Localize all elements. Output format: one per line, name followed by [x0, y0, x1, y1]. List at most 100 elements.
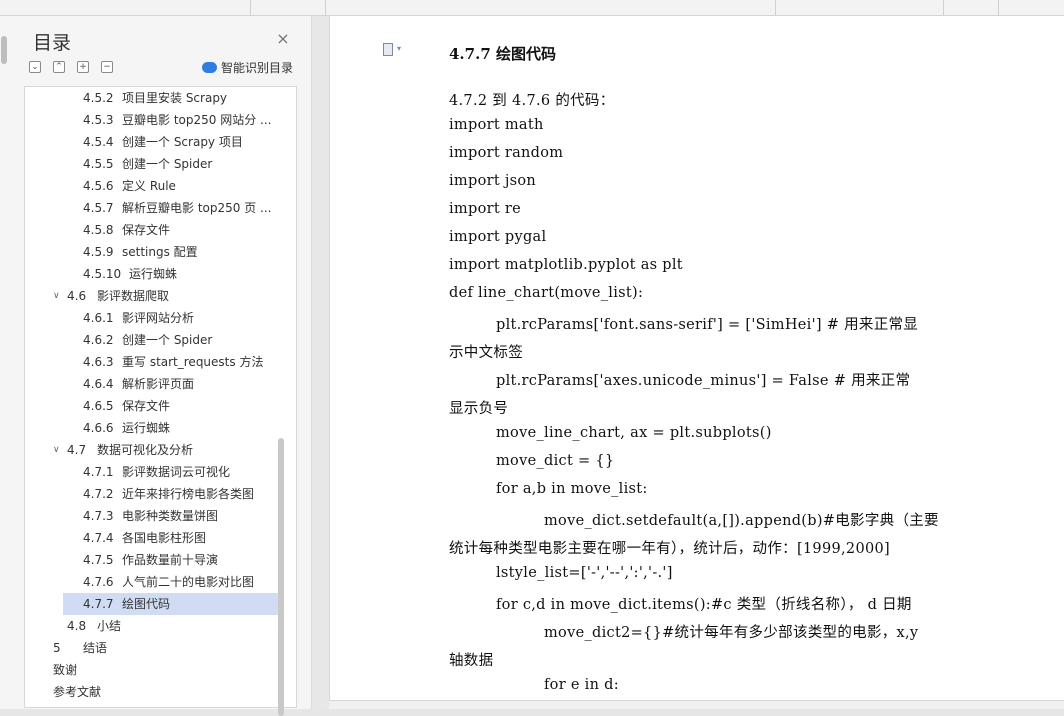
code-line: lstyle_list=['-','--',':','-.']	[496, 565, 673, 581]
toc-item[interactable]: 4.7.6 人气前二十的电影对比图	[25, 571, 281, 593]
pane-scrollbar[interactable]	[1, 36, 7, 64]
toc-item-label: 绘图代码	[122, 597, 171, 611]
code-line: import matplotlib.pyplot as plt	[449, 257, 683, 273]
toolbar-separator	[325, 0, 326, 15]
code-line: import math	[449, 117, 544, 133]
smart-toc-button[interactable]: 智能识别目录	[202, 59, 293, 75]
section-heading: 4.7.7 绘图代码	[449, 45, 556, 63]
toc-item[interactable]: 4.6.1 影评网站分析	[25, 307, 281, 329]
toc-item[interactable]: 4.5.6 定义 Rule	[25, 175, 281, 197]
toc-item[interactable]: 4.5.2 项目里安装 Scrapy	[25, 87, 281, 109]
remove-icon[interactable]: −	[101, 61, 113, 73]
toc-item[interactable]: 4.7.2 近年来排行榜电影各类图	[25, 483, 281, 505]
code-line: def line_chart(move_list):	[449, 285, 644, 301]
toc-item-number: 4.6.4	[83, 377, 114, 391]
toc-item-number: 4.6.5	[83, 399, 114, 413]
toc-item[interactable]: 4.5.8 保存文件	[25, 219, 281, 241]
code-line: 统计每种类型电影主要在哪一年有），统计后，动作：[1999,2000]	[449, 541, 890, 557]
document-page: ▾ 4.7.7 绘图代码 4.7.2 到 4.7.6 的代码： import ma…	[329, 16, 1064, 709]
toc-item-number: 4.7.5	[83, 553, 114, 567]
toc-scrollbar[interactable]	[278, 438, 284, 716]
toc-item-label: 运行蜘蛛	[122, 421, 171, 435]
toc-item[interactable]: 4.5.9 settings 配置	[25, 241, 281, 263]
toc-item-number: 4.6.6	[83, 421, 114, 435]
toc-item-label: 保存文件	[122, 223, 171, 237]
toc-item-label: settings 配置	[122, 245, 198, 259]
code-line: import pygal	[449, 229, 547, 245]
toc-item-number: 4.5.7	[83, 201, 114, 215]
code-line: move_dict = {}	[496, 453, 615, 469]
toc-item[interactable]: 4.7.1 影评数据词云可视化	[25, 461, 281, 483]
close-icon[interactable]: ×	[276, 31, 290, 47]
toc-item[interactable]: 参考文献	[25, 681, 281, 703]
toc-item[interactable]: 5 结语	[25, 637, 281, 659]
toc-item[interactable]: 4.5.7 解析豆瓣电影 top250 页 ...	[25, 197, 281, 219]
toc-item-label: 创建一个 Scrapy 项目	[122, 135, 243, 149]
toc-item-number: 4.7.6	[83, 575, 114, 589]
toc-item-label: 小结	[97, 619, 122, 633]
toc-item-label: 作品数量前十导演	[122, 553, 219, 567]
code-line: for a,b in move_list:	[496, 481, 648, 497]
toc-item-label: 参考文献	[53, 685, 102, 699]
code-line: for e in d:	[544, 677, 619, 693]
toc-item[interactable]: 4.5.4 创建一个 Scrapy 项目	[25, 131, 281, 153]
cloud-icon	[202, 61, 217, 73]
toc-item-label: 影评数据爬取	[97, 289, 170, 303]
toc-item[interactable]: 4.6.5 保存文件	[25, 395, 281, 417]
toc-item-number: 4.7.3	[83, 509, 114, 523]
toc-item[interactable]: ∨ 4.7 数据可视化及分析	[25, 439, 281, 461]
toc-item-number: 4.7.2	[83, 487, 114, 501]
code-line: import re	[449, 201, 521, 217]
toc-item[interactable]: 4.5.5 创建一个 Spider	[25, 153, 281, 175]
toc-item-label: 结语	[83, 641, 108, 655]
toc-item-number: 5	[53, 641, 61, 655]
toc-item-number: 4.7	[67, 443, 87, 457]
toc-item[interactable]: 4.6.2 创建一个 Spider	[25, 329, 281, 351]
horizontal-scrollbar[interactable]	[329, 700, 1064, 709]
toc-item[interactable]: 4.6.4 解析影评页面	[25, 373, 281, 395]
code-line: import json	[449, 173, 537, 189]
toc-item-number: 4.6	[67, 289, 87, 303]
collapse-all-icon[interactable]: ⌃	[53, 61, 65, 73]
toc-item-label: 创建一个 Spider	[122, 157, 213, 171]
toc-item-number: 4.5.4	[83, 135, 114, 149]
toc-item[interactable]: 4.6.6 运行蜘蛛	[25, 417, 281, 439]
toolbar-separator	[250, 0, 251, 15]
toc-item[interactable]: ∨ 4.6 影评数据爬取	[25, 285, 281, 307]
toc-item-number: 4.6.1	[83, 311, 114, 325]
toc-list: 4.5.2 项目里安装 Scrapy 4.5.3 豆瓣电影 top250 网站分 ..…	[24, 86, 297, 708]
add-icon[interactable]: +	[77, 61, 89, 73]
chevron-down-icon[interactable]: ∨	[53, 439, 60, 461]
toc-item-label: 解析影评页面	[122, 377, 195, 391]
toc-item-number: 4.6.3	[83, 355, 114, 369]
toolbar-separator	[998, 0, 999, 15]
code-line: plt.rcParams['axes.unicode_minus'] = Fal…	[496, 373, 911, 389]
code-line: for c,d in move_dict.items():#c 类型（折线名称）…	[496, 597, 912, 613]
toc-item-label: 项目里安装 Scrapy	[122, 91, 228, 105]
top-toolbar-strip	[0, 0, 1064, 16]
toc-item[interactable]: 4.7.5 作品数量前十导演	[25, 549, 281, 571]
expand-all-icon[interactable]: ⌄	[29, 61, 41, 73]
toc-item-label: 定义 Rule	[122, 179, 176, 193]
toc-item-number: 4.6.2	[83, 333, 114, 347]
toc-item-number: 4.5.8	[83, 223, 114, 237]
document-area: ▾ 4.7.7 绘图代码 4.7.2 到 4.7.6 的代码： import ma…	[313, 16, 1064, 709]
toc-item[interactable]: 4.5.3 豆瓣电影 top250 网站分 ...	[25, 109, 281, 131]
chevron-down-icon[interactable]: ∨	[53, 285, 60, 307]
toc-item[interactable]: 4.7.7 绘图代码	[63, 593, 279, 615]
toc-item[interactable]: 4.8 小结	[25, 615, 281, 637]
page-options-icon[interactable]: ▾	[383, 43, 405, 57]
toc-item-label: 创建一个 Spider	[122, 333, 213, 347]
toc-item[interactable]: 4.5.10 运行蜘蛛	[25, 263, 281, 285]
toc-item[interactable]: 4.6.3 重写 start_requests 方法	[25, 351, 281, 373]
toc-item-number: 4.5.3	[83, 113, 114, 127]
toc-item-label: 近年来排行榜电影各类图	[122, 487, 255, 501]
toc-item-label: 人气前二十的电影对比图	[122, 575, 255, 589]
toc-item-label: 保存文件	[122, 399, 171, 413]
toc-item-label: 影评网站分析	[122, 311, 195, 325]
toc-item[interactable]: 4.7.3 电影种类数量饼图	[25, 505, 281, 527]
toc-item-number: 4.5.6	[83, 179, 114, 193]
toc-item[interactable]: 致谢	[25, 659, 281, 681]
toc-item[interactable]: 4.7.4 各国电影柱形图	[25, 527, 281, 549]
toc-item-label: 解析豆瓣电影 top250 页 ...	[122, 201, 272, 215]
